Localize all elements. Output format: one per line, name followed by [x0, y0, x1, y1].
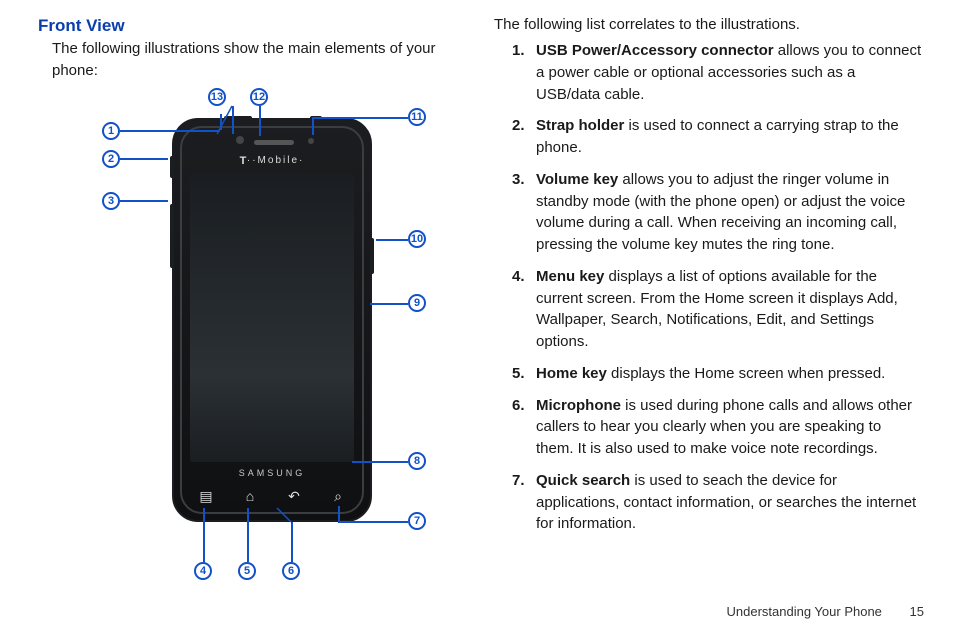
lead-2 [120, 158, 168, 160]
footer-section: Understanding Your Phone [727, 604, 882, 619]
callout-1: 1 [102, 122, 120, 140]
section-heading: Front View [38, 14, 125, 39]
lead-7h [338, 521, 408, 523]
callout-7: 7 [408, 512, 426, 530]
list-item: 6.Microphone is used during phone calls … [512, 395, 922, 460]
brand-label: SAMSUNG [174, 467, 370, 480]
lead-6 [291, 522, 293, 562]
callout-8: 8 [408, 452, 426, 470]
phone-body: T··Mobile· SAMSUNG ▤ ⌂ ↶ ⌕ [172, 118, 372, 522]
usb-connector [224, 116, 252, 120]
list-item-number: 5. [512, 363, 536, 385]
lead-8 [352, 461, 408, 463]
lead-7v [338, 506, 340, 521]
list-item-body: Strap holder is used to connect a carryi… [536, 115, 922, 159]
lead-13 [232, 106, 234, 134]
nav-key-row: ▤ ⌂ ↶ ⌕ [174, 486, 370, 506]
list-item-text: displays the Home screen when pressed. [607, 365, 885, 382]
lead-10 [376, 239, 408, 241]
lead-12 [259, 106, 261, 136]
list-item-body: Volume key allows you to adjust the ring… [536, 169, 922, 256]
list-item-number: 6. [512, 395, 536, 460]
list-item-number: 4. [512, 266, 536, 353]
callout-11: 11 [408, 108, 426, 126]
list-item: 7.Quick search is used to seach the devi… [512, 470, 922, 535]
callout-13: 13 [208, 88, 226, 106]
list-item-body: Menu key displays a list of options avai… [536, 266, 922, 353]
callout-5: 5 [238, 562, 256, 580]
callout-10: 10 [408, 230, 426, 248]
left-intro-text: The following illustrations show the mai… [52, 38, 452, 82]
lead-5 [247, 508, 249, 562]
list-item-body: Home key displays the Home screen when p… [536, 363, 922, 385]
list-item-number: 7. [512, 470, 536, 535]
footer-page-number: 15 [910, 603, 924, 622]
lead-11h [312, 117, 408, 119]
list-item-body: USB Power/Accessory connector allows you… [536, 40, 922, 105]
lead-3 [120, 200, 168, 202]
volume-key [170, 204, 174, 268]
list-item-term: Home key [536, 365, 607, 382]
list-item: 2.Strap holder is used to connect a carr… [512, 115, 922, 159]
right-intro-text: The following list correlates to the ill… [494, 14, 914, 36]
earpiece [254, 140, 294, 145]
menu-key-icon: ▤ [194, 486, 218, 506]
carrier-text: ··Mobile· [247, 155, 304, 166]
list-item-term: Strap holder [536, 117, 624, 134]
search-key-icon: ⌕ [326, 486, 350, 506]
list-item-number: 1. [512, 40, 536, 105]
callout-9: 9 [408, 294, 426, 312]
lead-1 [120, 130, 220, 132]
callout-2: 2 [102, 150, 120, 168]
list-item-term: Menu key [536, 268, 604, 285]
list-item: 3.Volume key allows you to adjust the ri… [512, 169, 922, 256]
list-item-term: Microphone [536, 397, 621, 414]
lead-9 [370, 303, 408, 305]
callout-12: 12 [250, 88, 268, 106]
home-key-icon: ⌂ [238, 486, 262, 506]
phone-screen [190, 174, 354, 462]
power-key [370, 238, 374, 274]
list-item-term: USB Power/Accessory connector [536, 42, 774, 59]
lead-11v [312, 117, 314, 135]
carrier-prefix: T [240, 155, 247, 167]
feature-list: 1.USB Power/Accessory connector allows y… [512, 40, 922, 545]
list-item-number: 2. [512, 115, 536, 159]
proximity-sensor [308, 138, 314, 144]
front-view-diagram: T··Mobile· SAMSUNG ▤ ⌂ ↶ ⌕ 1 2 3 13 12 1… [52, 88, 452, 598]
carrier-label: T··Mobile· [174, 154, 370, 170]
callout-6: 6 [282, 562, 300, 580]
page-footer: Understanding Your Phone 15 [727, 603, 925, 622]
list-item-term: Volume key [536, 171, 618, 188]
callout-4: 4 [194, 562, 212, 580]
list-item-term: Quick search [536, 472, 630, 489]
callout-3: 3 [102, 192, 120, 210]
list-item: 1.USB Power/Accessory connector allows y… [512, 40, 922, 105]
list-item-body: Quick search is used to seach the device… [536, 470, 922, 535]
list-item: 4.Menu key displays a list of options av… [512, 266, 922, 353]
list-item: 5.Home key displays the Home screen when… [512, 363, 922, 385]
list-item-number: 3. [512, 169, 536, 256]
lead-4 [203, 508, 205, 562]
lead-1v [220, 114, 222, 130]
list-item-body: Microphone is used during phone calls an… [536, 395, 922, 460]
front-camera [236, 136, 244, 144]
back-key-icon: ↶ [282, 486, 306, 506]
